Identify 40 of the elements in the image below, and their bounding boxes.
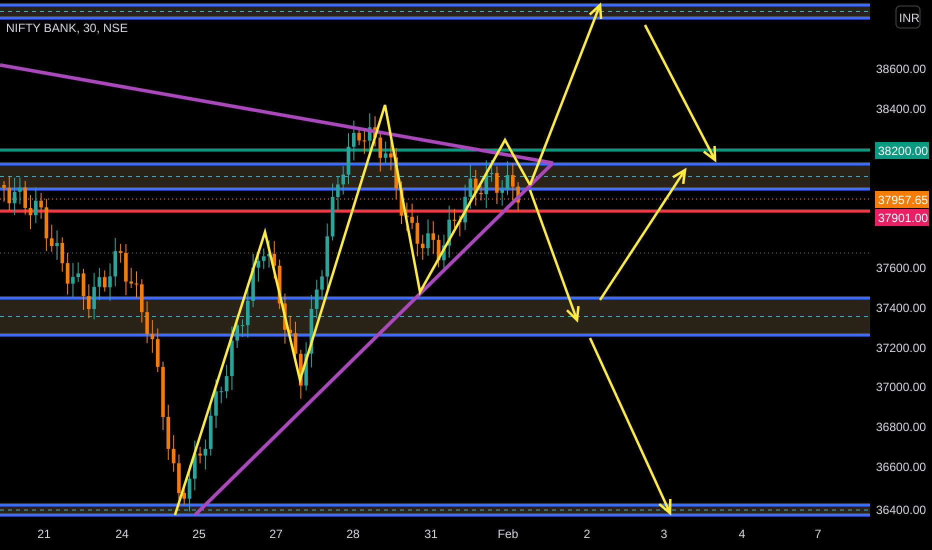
- time-label: Feb: [498, 527, 518, 541]
- price-label: 38600.00: [876, 62, 926, 76]
- candle: [452, 208, 456, 228]
- candle: [506, 160, 510, 196]
- time-label: 27: [269, 527, 283, 541]
- price-label: 37000.00: [876, 380, 926, 394]
- price-tag: 38200.00: [875, 142, 929, 159]
- time-label: 31: [424, 527, 438, 541]
- candle: [267, 240, 271, 268]
- time-label: 3: [660, 527, 668, 541]
- chart-title: NIFTY BANK, 30, NSE: [6, 21, 128, 35]
- candle: [82, 268, 86, 310]
- candle: [134, 270, 138, 298]
- time-label: 2: [584, 527, 590, 541]
- price-label: 36800.00: [876, 420, 926, 434]
- candle: [373, 116, 377, 147]
- price-label: 36400.00: [876, 503, 926, 517]
- price-label: 36600.00: [876, 460, 926, 474]
- candle: [108, 262, 112, 302]
- candle: [426, 219, 430, 256]
- price-label: 38400.00: [876, 102, 926, 116]
- time-label: 7: [814, 527, 822, 541]
- price-label: 37400.00: [876, 301, 926, 315]
- candle: [188, 465, 192, 512]
- currency-badge: INR: [896, 6, 920, 28]
- time-label: 4: [738, 527, 746, 541]
- time-label: 24: [115, 527, 129, 541]
- time-label: 25: [192, 527, 206, 541]
- candle: [320, 270, 324, 300]
- price-tag: 37901.00: [875, 209, 929, 226]
- candle: [161, 361, 165, 430]
- candle: [55, 230, 59, 260]
- candle: [346, 132, 350, 185]
- price-tag: 37957.65: [875, 191, 929, 208]
- candle: [240, 318, 244, 338]
- price-label: 37200.00: [876, 341, 926, 355]
- candle: [214, 379, 218, 428]
- price-label: 37600.00: [876, 261, 926, 275]
- time-label: 21: [37, 527, 51, 541]
- time-label: 28: [346, 527, 360, 541]
